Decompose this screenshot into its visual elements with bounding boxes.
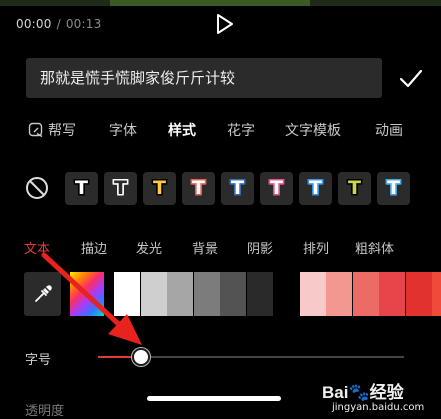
style-preset-9[interactable]: T bbox=[377, 172, 410, 205]
color-swatch[interactable] bbox=[299, 272, 326, 316]
subtab-text[interactable]: 文本 bbox=[24, 238, 50, 257]
color-swatch[interactable] bbox=[352, 272, 379, 316]
tab-font[interactable]: 字体 bbox=[109, 120, 137, 140]
color-swatch[interactable] bbox=[140, 272, 167, 316]
tab-style[interactable]: 样式 bbox=[168, 120, 196, 140]
style-preset-1[interactable]: T bbox=[65, 172, 98, 205]
tab-text-template[interactable]: 文字模板 bbox=[285, 120, 341, 140]
play-icon[interactable] bbox=[212, 12, 236, 36]
tab-fancy-text[interactable]: 花字 bbox=[227, 120, 255, 140]
style-preset-glyph: T bbox=[231, 177, 244, 199]
style-preset-5[interactable]: T bbox=[221, 172, 254, 205]
ai-write-icon bbox=[28, 122, 44, 138]
style-preset-2[interactable]: T bbox=[104, 172, 137, 205]
subtab-bold-italic[interactable]: 粗斜体 bbox=[355, 238, 394, 257]
no-style-icon[interactable] bbox=[25, 176, 49, 200]
color-swatch[interactable] bbox=[379, 272, 405, 316]
color-swatch[interactable] bbox=[220, 272, 246, 316]
confirm-check-icon[interactable] bbox=[398, 66, 424, 92]
opacity-label: 透明度 bbox=[25, 404, 65, 419]
font-size-slider[interactable] bbox=[98, 347, 408, 367]
playback-time: 00:00 / 00:13 bbox=[16, 17, 101, 31]
style-preset-glyph: T bbox=[192, 177, 205, 199]
font-size-label: 字号 bbox=[25, 353, 52, 368]
tab-animation[interactable]: 动画 bbox=[375, 120, 403, 140]
style-preset-glyph: T bbox=[153, 177, 166, 199]
color-picker-row bbox=[0, 272, 441, 318]
custom-color-gradient[interactable] bbox=[70, 272, 104, 316]
color-swatch[interactable] bbox=[273, 272, 299, 316]
style-preset-6[interactable]: T bbox=[260, 172, 293, 205]
time-separator: / bbox=[56, 17, 61, 31]
subtab-shadow[interactable]: 阴影 bbox=[247, 238, 273, 257]
style-presets-row: TTTTTTTTT bbox=[0, 170, 441, 210]
style-preset-glyph: T bbox=[387, 177, 400, 199]
style-preset-glyph: T bbox=[309, 177, 322, 199]
style-preset-8[interactable]: T bbox=[338, 172, 371, 205]
watermark-logo: Bai🐾经验 bbox=[322, 378, 404, 403]
subtab-stroke[interactable]: 描边 bbox=[81, 238, 107, 257]
watermark-url: jingyan.baidu.com bbox=[332, 402, 425, 413]
player-bar: 00:00 / 00:13 bbox=[0, 6, 441, 46]
caption-text-input[interactable]: 那就是慌手慌脚家俊斤斤计较 bbox=[26, 58, 382, 98]
subtab-arrange[interactable]: 排列 bbox=[303, 238, 329, 257]
color-swatch[interactable] bbox=[114, 272, 140, 316]
color-swatch[interactable] bbox=[432, 272, 441, 316]
color-swatch[interactable] bbox=[167, 272, 193, 316]
tab-label: 帮写 bbox=[48, 123, 76, 139]
subtab-glow[interactable]: 发光 bbox=[136, 238, 162, 257]
style-preset-4[interactable]: T bbox=[182, 172, 215, 205]
current-time: 00:00 bbox=[16, 17, 52, 31]
eyedropper-icon[interactable] bbox=[24, 272, 61, 316]
color-swatch[interactable] bbox=[405, 272, 432, 316]
slider-thumb[interactable] bbox=[131, 348, 150, 366]
style-preset-glyph: T bbox=[75, 177, 88, 199]
style-preset-glyph: T bbox=[348, 177, 361, 199]
style-preset-glyph: T bbox=[114, 177, 127, 199]
color-swatch[interactable] bbox=[326, 272, 352, 316]
subtab-background[interactable]: 背景 bbox=[192, 238, 218, 257]
total-time: 00:13 bbox=[65, 17, 102, 31]
watermark-logo-left: Bai bbox=[322, 383, 349, 402]
paw-icon: 🐾 bbox=[348, 383, 370, 402]
tab-write-assist[interactable]: 帮写 bbox=[28, 120, 76, 140]
color-swatch[interactable] bbox=[193, 272, 220, 316]
watermark: Bai🐾经验 jingyan.baidu.com bbox=[322, 376, 440, 416]
style-preset-7[interactable]: T bbox=[299, 172, 332, 205]
watermark-logo-right: 经验 bbox=[369, 383, 404, 402]
home-indicator bbox=[147, 396, 281, 401]
style-preset-3[interactable]: T bbox=[143, 172, 176, 205]
style-preset-glyph: T bbox=[270, 177, 283, 199]
color-swatch[interactable] bbox=[246, 272, 273, 316]
